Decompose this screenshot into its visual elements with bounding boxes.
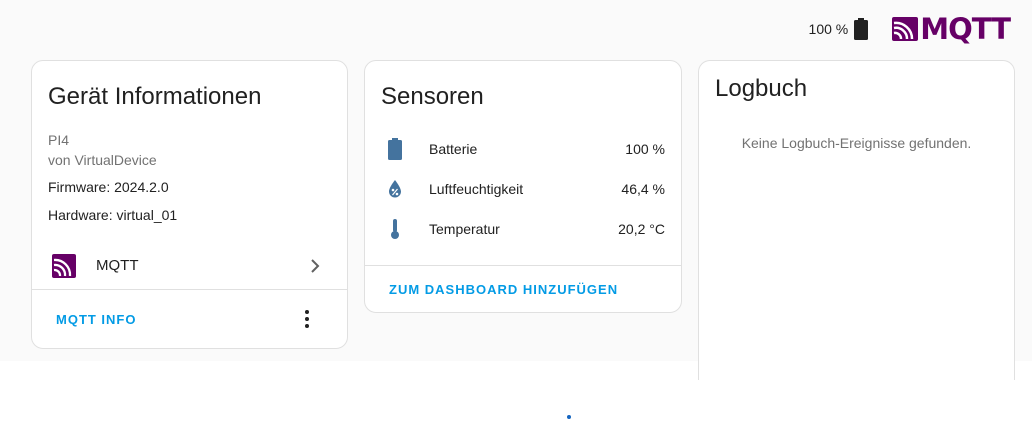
humidity-icon: [385, 177, 405, 201]
battery-icon: [854, 18, 869, 40]
card-divider: [32, 289, 347, 290]
device-model-block: PI4 von VirtualDevice: [48, 130, 157, 170]
device-model: PI4: [48, 132, 70, 148]
sensor-value: 100 %: [625, 141, 665, 157]
device-info-card: Gerät Informationen PI4 von VirtualDevic…: [31, 60, 348, 349]
device-hardware: Hardware: virtual_01: [48, 207, 178, 223]
sensor-name: Batterie: [429, 141, 478, 157]
battery-icon: [385, 137, 405, 161]
battery-level-text: 100 %: [808, 21, 849, 37]
integration-label: MQTT: [96, 257, 139, 274]
mqtt-logo-icon: [892, 17, 919, 41]
sensor-row-temperature[interactable]: Temperatur 20,2 °C: [365, 209, 681, 249]
chevron-right-icon: [309, 257, 321, 280]
sensors-card: Sensoren Batterie 100 % Luftfeuchtigkeit…: [364, 60, 682, 313]
sensor-name: Temperatur: [429, 221, 500, 237]
sensor-row-humidity[interactable]: Luftfeuchtigkeit 46,4 %: [365, 169, 681, 209]
mqtt-icon: [52, 254, 76, 283]
logbook-empty-message: Keine Logbuch-Ereignisse gefunden.: [741, 135, 972, 151]
card-divider: [365, 265, 681, 266]
integration-row-mqtt[interactable]: MQTT: [32, 247, 347, 287]
device-manufacturer: von VirtualDevice: [48, 152, 157, 168]
device-firmware: Firmware: 2024.2.0: [48, 179, 169, 195]
top-bar: 100 % MQTT: [808, 10, 1011, 48]
add-to-dashboard-button[interactable]: ZUM DASHBOARD HINZUFÜGEN: [389, 282, 618, 297]
mqtt-brand-logo: MQTT: [892, 11, 1011, 46]
mqtt-info-button[interactable]: MQTT INFO: [56, 312, 137, 327]
logbook-card: Logbuch Keine Logbuch-Ereignisse gefunde…: [698, 60, 1015, 380]
sensor-value: 46,4 %: [621, 181, 665, 197]
device-card-title: Gerät Informationen: [48, 83, 262, 110]
loading-indicator: [567, 415, 571, 419]
logbook-card-title: Logbuch: [715, 75, 808, 102]
sensor-name: Luftfeuchtigkeit: [429, 181, 524, 197]
thermometer-icon: [385, 217, 405, 241]
more-vertical-icon[interactable]: [299, 308, 315, 330]
mqtt-logo-text: MQTT: [920, 11, 1011, 46]
sensor-value: 20,2 °C: [618, 221, 665, 237]
sensor-row-battery[interactable]: Batterie 100 %: [365, 129, 681, 169]
sensors-card-title: Sensoren: [381, 83, 484, 110]
